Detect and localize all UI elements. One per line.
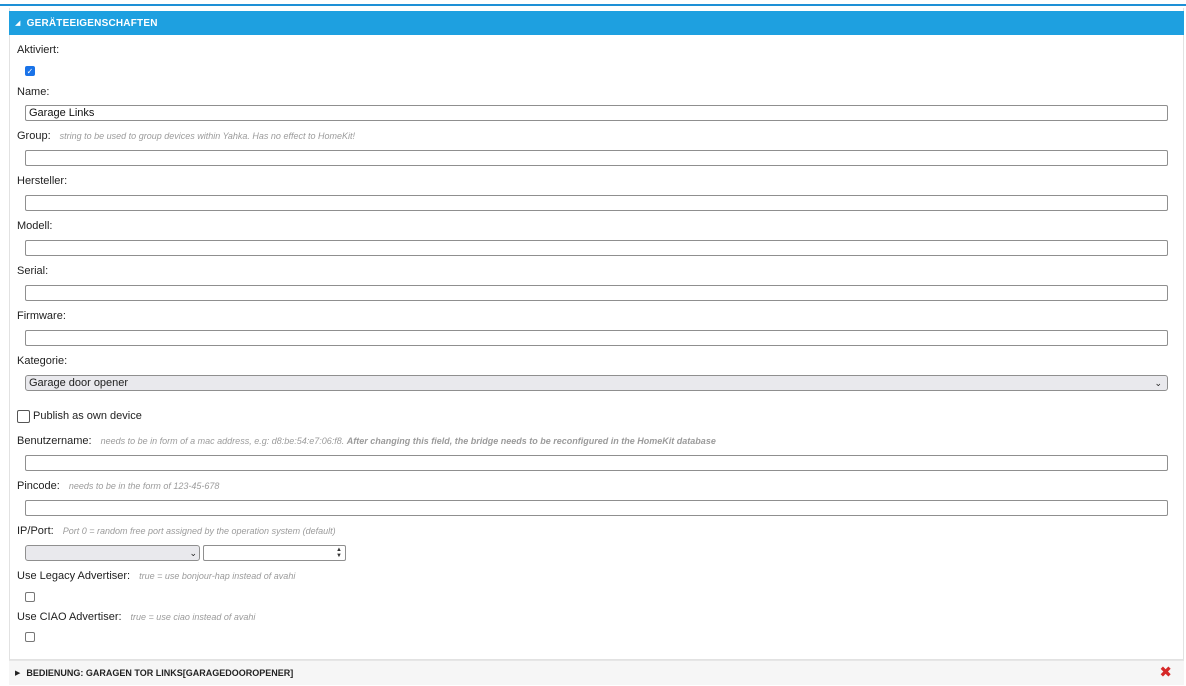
kategorie-select[interactable]: Garage door opener ⌄ [25,375,1168,391]
hersteller-row: Hersteller: [17,175,67,187]
legacy-label: Use Legacy Advertiser: [17,570,131,582]
legacy-row: Use Legacy Advertiser: true = use bonjou… [17,570,295,582]
bedienung-panel-header[interactable]: ▶ BEDIENUNG: GARAGEN TOR LINKS[GARAGEDOO… [9,660,1184,685]
name-row: Name: [17,86,49,98]
benutzername-hint-text: needs to be in form of a mac address, e.… [100,436,345,446]
triangle-down-icon: ◢ [15,20,21,27]
triangle-right-icon: ▶ [15,670,21,677]
chevron-down-icon: ⌄ [1154,377,1162,388]
aktiviert-label: Aktiviert: [17,44,60,56]
kategorie-label: Kategorie: [17,355,68,367]
serial-row: Serial: [17,265,48,277]
firmware-label: Firmware: [17,310,66,322]
top-accent-line [0,4,1186,6]
pincode-input[interactable] [25,500,1168,516]
name-input[interactable] [25,105,1168,121]
aktiviert-row: Aktiviert: [17,44,59,56]
panel-header[interactable]: ◢ GERÄTEEIGENSCHAFTEN [9,11,1184,35]
ciao-row: Use CIAO Advertiser: true = use ciao ins… [17,611,255,623]
modell-label: Modell: [17,220,53,232]
benutzername-input[interactable] [25,455,1168,471]
benutzername-label: Benutzername: [17,435,92,447]
bedienung-panel-title: BEDIENUNG: GARAGEN TOR LINKS[GARAGEDOORO… [26,668,294,678]
legacy-hint: true = use bonjour-hap instead of avahi [139,571,296,581]
chevron-down-icon: ⌄ [189,547,197,558]
firmware-input[interactable] [25,330,1168,346]
modell-row: Modell: [17,220,52,232]
publish-checkbox[interactable] [17,410,30,423]
ciao-checkbox[interactable] [25,632,35,642]
publish-row: Publish as own device [33,410,142,422]
pincode-hint: needs to be in the form of 123-45-678 [68,481,220,491]
ipport-label: IP/Port: [17,525,54,537]
spinner-arrows-icon[interactable]: ▲ ▼ [336,547,345,559]
pincode-row: Pincode: needs to be in the form of 123-… [17,480,219,492]
serial-input[interactable] [25,285,1168,301]
ip-select[interactable]: ⌄ [25,545,200,561]
modell-input[interactable] [25,240,1168,256]
panel-header-title: GERÄTEEIGENSCHAFTEN [26,17,158,29]
hersteller-label: Hersteller: [17,175,68,187]
legacy-checkbox[interactable] [25,592,35,602]
ciao-label: Use CIAO Advertiser: [17,611,122,623]
group-row: Group: string to be used to group device… [17,130,355,142]
port-input[interactable]: ▲ ▼ [203,545,346,561]
hersteller-input[interactable] [25,195,1168,211]
kategorie-row: Kategorie: [17,355,67,367]
ciao-hint: true = use ciao instead of avahi [130,612,256,622]
pincode-label: Pincode: [17,480,60,492]
benutzername-hint-warning: After changing this field, the bridge ne… [346,436,716,446]
ipport-hint: Port 0 = random free port assigned by th… [62,526,336,536]
benutzername-row: Benutzername: needs to be in form of a m… [17,435,716,447]
serial-label: Serial: [17,265,49,277]
group-hint: string to be used to group devices withi… [59,131,355,141]
group-label: Group: [17,130,51,142]
benutzername-hint: needs to be in form of a mac address, e.… [101,436,716,446]
ipport-row: IP/Port: Port 0 = random free port assig… [17,525,336,537]
firmware-row: Firmware: [17,310,66,322]
name-label: Name: [17,86,50,98]
aktiviert-checkbox[interactable]: ✓ [25,66,35,76]
publish-label: Publish as own device [33,410,142,422]
close-icon[interactable]: ✖ [1159,665,1172,680]
kategorie-selected-value: Garage door opener [29,377,129,389]
group-input[interactable] [25,150,1168,166]
